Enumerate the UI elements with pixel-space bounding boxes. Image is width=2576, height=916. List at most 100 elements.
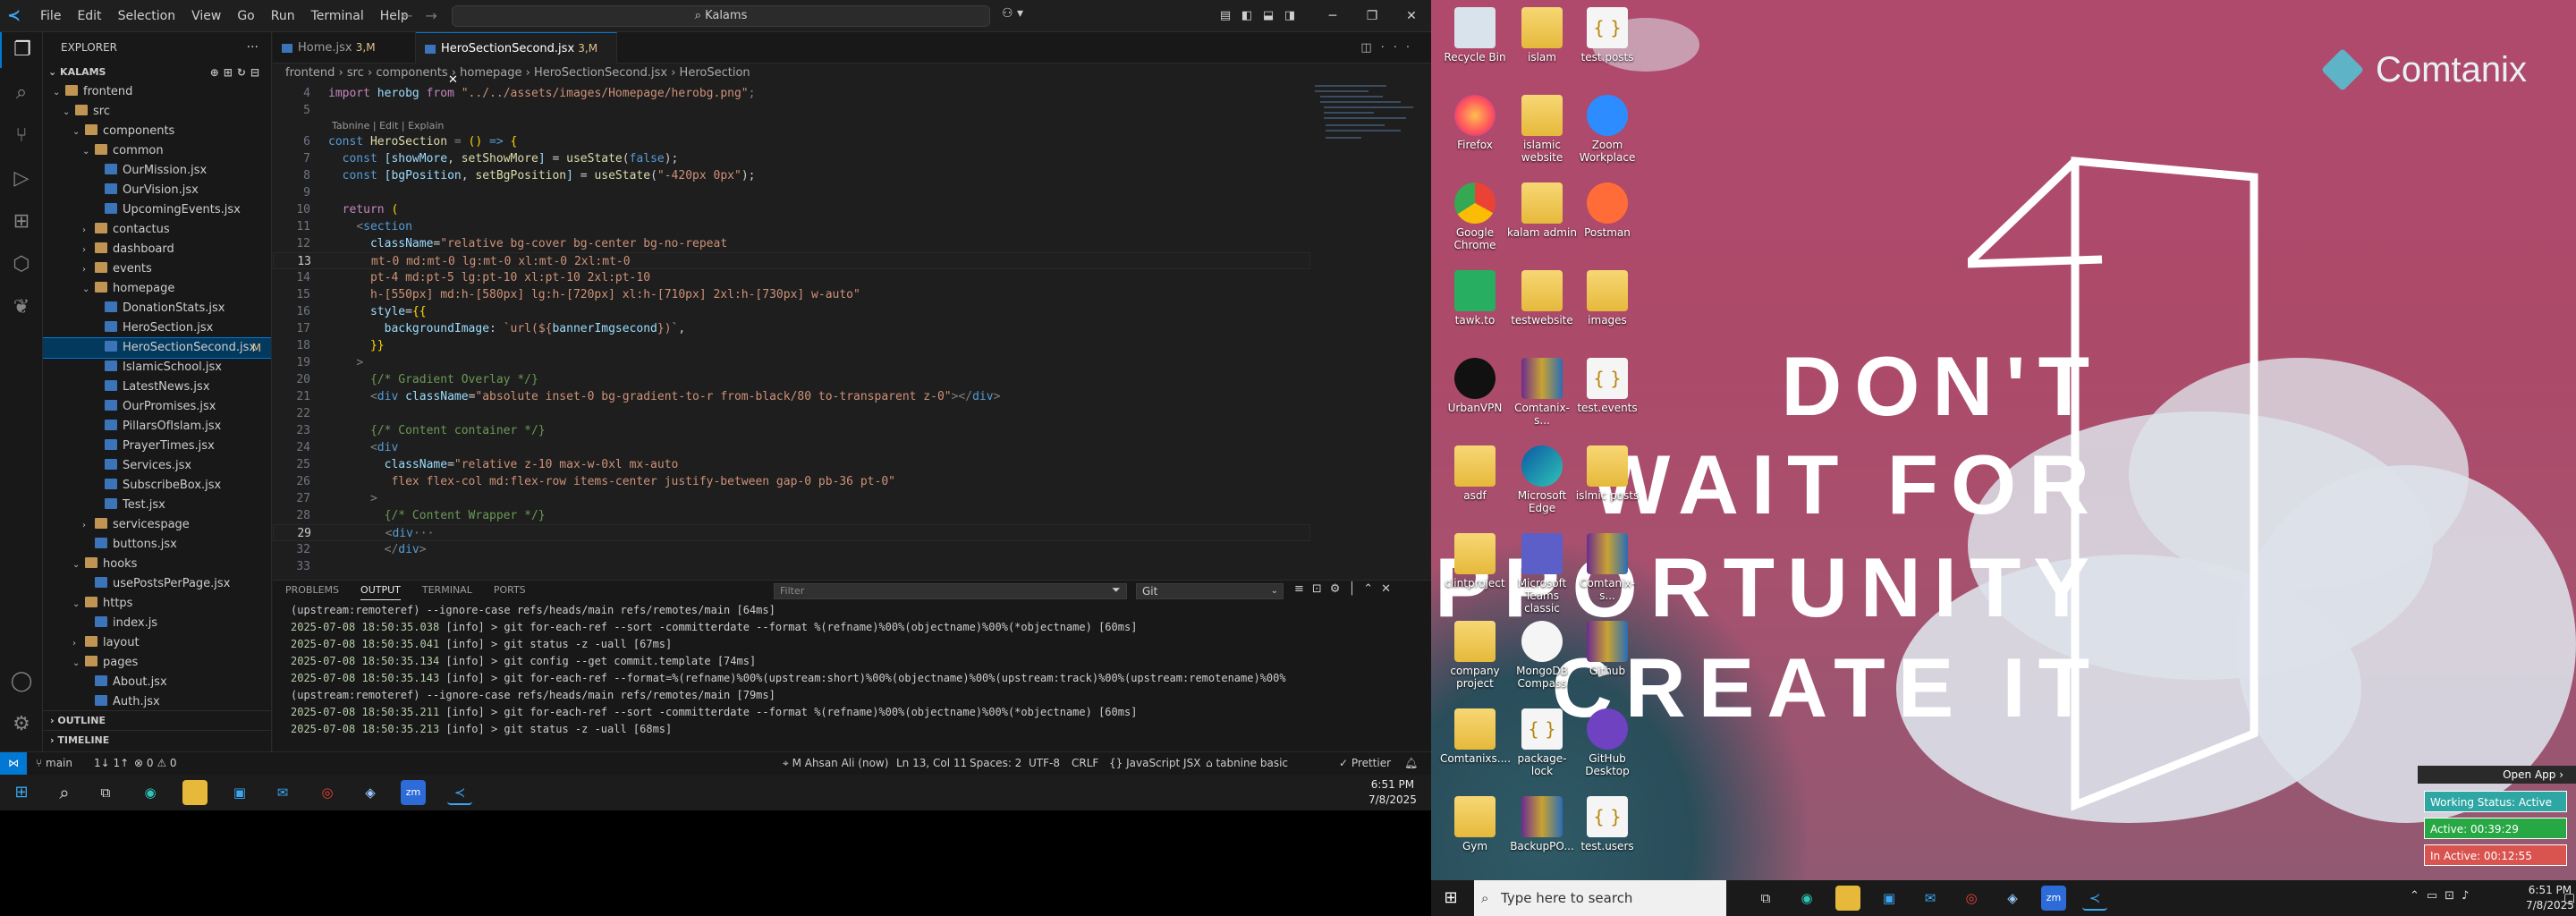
tree-folder[interactable]: › layout xyxy=(43,633,271,653)
blame-status[interactable]: ⌖ M Ahsan Ali (now) xyxy=(783,752,888,774)
tab-ports[interactable]: PORTS xyxy=(494,581,526,600)
tree-folder[interactable]: ⌄ hooks xyxy=(43,555,271,574)
prettier-status[interactable]: ✓ Prettier xyxy=(1339,752,1391,774)
desktop-icon[interactable]: Firefox xyxy=(1440,95,1510,151)
notification-icon[interactable]: ▢ xyxy=(2563,891,2575,905)
extensions-icon[interactable]: ⊞ xyxy=(0,204,43,240)
run-debug-icon[interactable]: ▷ xyxy=(0,161,43,197)
cursor-position[interactable]: Ln 13, Col 11 xyxy=(896,752,967,774)
menu-edit[interactable]: Edit xyxy=(69,0,109,32)
restore-icon[interactable]: ❐ xyxy=(1352,0,1392,32)
tree-folder[interactable]: ⌄ pages xyxy=(43,653,271,673)
desktop-icon[interactable]: GitHub Desktop xyxy=(1572,708,1642,777)
code-line[interactable]: 9 xyxy=(273,184,1310,201)
remote-icon[interactable]: ⋈ xyxy=(0,752,27,775)
desktop-icon[interactable]: tawk.to xyxy=(1440,270,1510,327)
code-line[interactable]: 19 > xyxy=(273,354,1310,371)
mongodb-icon[interactable]: ❦ xyxy=(0,290,43,326)
desktop-icon[interactable]: { } package-lock xyxy=(1507,708,1577,777)
menu-view[interactable]: View xyxy=(183,0,229,32)
panel-actions[interactable]: ≡⊡⚙│⌃✕ xyxy=(1294,582,1399,596)
code-line[interactable]: 7 const [showMore, setShowMore] = useSta… xyxy=(273,150,1310,167)
desktop-icon[interactable]: BackupPO... xyxy=(1507,796,1577,852)
start-windows-icon[interactable]: ⊞ xyxy=(1438,886,1463,911)
desktop-icon[interactable]: MongoDB Compass xyxy=(1507,621,1577,690)
desktop-icon[interactable]: Github xyxy=(1572,621,1642,677)
desktop-icon[interactable]: Postman xyxy=(1572,182,1642,239)
desktop-icon[interactable]: Recycle Bin xyxy=(1440,7,1510,64)
eol-status[interactable]: CRLF xyxy=(1072,752,1098,774)
code-line[interactable]: 26 flex flex-col md:flex-row items-cente… xyxy=(273,473,1310,490)
tree-file[interactable]: buttons.jsx xyxy=(43,535,271,555)
tree-file[interactable]: HeroSection.jsx xyxy=(43,318,271,338)
vscode-taskbar-icon[interactable]: ≺ xyxy=(2082,886,2107,911)
account-icon[interactable]: ◯ xyxy=(0,664,43,700)
desktop-icon[interactable]: Google Chrome xyxy=(1440,182,1510,251)
code-line[interactable]: 16 style={{ xyxy=(273,303,1310,320)
desktop-icon[interactable]: Microsoft Edge xyxy=(1507,445,1577,514)
tree-folder[interactable]: ⌄ components xyxy=(43,122,271,141)
menu-run[interactable]: Run xyxy=(263,0,303,32)
desktop-icon[interactable]: Comtanix-s... xyxy=(1572,533,1642,602)
desktop-icon[interactable]: islamic website xyxy=(1507,95,1577,164)
code-line[interactable]: 10 return ( xyxy=(273,201,1310,218)
desktop-icon[interactable]: company project xyxy=(1440,621,1510,690)
tree-folder[interactable]: › contactus xyxy=(43,220,271,240)
code-line[interactable]: 11 <section xyxy=(273,218,1310,235)
workspace-root[interactable]: ⌄ KALAMS ⊕⊞↻⊟ xyxy=(43,63,271,82)
code-line[interactable]: 6 const HeroSection = () => { xyxy=(273,133,1310,150)
desktop-icon[interactable]: asdf xyxy=(1440,445,1510,502)
sync-status[interactable]: 1↓ 1↑ xyxy=(94,752,129,774)
layout-editor-icon[interactable]: ▤ xyxy=(1215,0,1236,32)
copilot-icon[interactable]: ⚇ ▾ xyxy=(1002,6,1023,21)
outline-section[interactable]: › OUTLINE xyxy=(43,710,271,730)
vscode-taskbar-icon[interactable]: ≺ xyxy=(447,780,472,805)
codelens-hint[interactable]: Tabnine | Edit | Explain xyxy=(332,119,444,133)
tree-file[interactable]: Test.jsx xyxy=(43,496,271,515)
app-icon[interactable]: ◈ xyxy=(2000,886,2025,911)
minimap[interactable] xyxy=(1315,83,1413,173)
mail-icon[interactable]: ✉ xyxy=(270,780,295,805)
crumb[interactable]: HeroSectionSecond.jsx xyxy=(534,66,667,80)
store-icon[interactable]: ▣ xyxy=(1877,886,1902,911)
tree-file[interactable]: IslamicSchool.jsx xyxy=(43,358,271,377)
settings-gear-icon[interactable]: ⚙ xyxy=(0,707,43,742)
problems-status[interactable]: ⊗ 0 ⚠ 0 xyxy=(134,752,177,774)
code-editor[interactable]: 4 import herobg from "../../assets/images… xyxy=(273,83,1431,571)
indent-status[interactable]: Spaces: 2 xyxy=(970,752,1021,774)
tree-file[interactable]: usePostsPerPage.jsx xyxy=(43,574,271,594)
code-line[interactable]: 13 mt-0 md:mt-0 lg:mt-0 xl:mt-0 2xl:mt-0 xyxy=(273,252,1310,269)
chrome-icon[interactable]: ◎ xyxy=(315,780,340,805)
file-explorer-icon[interactable] xyxy=(182,780,208,805)
chrome-icon[interactable]: ◎ xyxy=(1959,886,1984,911)
code-line[interactable]: 33 xyxy=(273,558,1310,571)
tree-file[interactable]: OurMission.jsx xyxy=(43,161,271,181)
tree-folder[interactable]: ⌄ src xyxy=(43,102,271,122)
clock[interactable]: 6:51 PM 7/8/2025 xyxy=(1368,777,1417,808)
desktop-icon[interactable]: islmic posts xyxy=(1572,445,1642,502)
desktop-icon[interactable]: { } test.events xyxy=(1572,358,1642,414)
code-line[interactable]: 32 </div> xyxy=(273,541,1310,558)
desktop-icon[interactable]: Gym xyxy=(1440,796,1510,852)
menu-terminal[interactable]: Terminal xyxy=(303,0,372,32)
task-view-icon[interactable]: ⧉ xyxy=(1753,886,1778,911)
search-icon[interactable]: ⌕ xyxy=(0,75,43,111)
app-icon[interactable]: ◈ xyxy=(358,780,383,805)
output-filter-input[interactable]: Filter xyxy=(774,583,1127,599)
output-log[interactable]: (upstream:remoteref) --ignore-case refs/… xyxy=(291,602,1427,738)
timeline-section[interactable]: › TIMELINE xyxy=(43,730,271,750)
tab-problems[interactable]: PROBLEMS xyxy=(285,581,339,600)
encoding-status[interactable]: UTF-8 xyxy=(1029,752,1060,774)
code-line[interactable]: 25 className="relative z-10 max-w-0xl mx… xyxy=(273,456,1310,473)
tree-file[interactable]: UpcomingEvents.jsx xyxy=(43,200,271,220)
tree-file[interactable]: OurVision.jsx xyxy=(43,181,271,200)
tree-file[interactable]: OurPromises.jsx xyxy=(43,397,271,417)
store-icon[interactable]: ▣ xyxy=(227,780,252,805)
notifications-bell-icon[interactable]: 🔔︎ xyxy=(1404,752,1418,774)
minimize-icon[interactable]: ─ xyxy=(1313,0,1352,32)
edge-icon[interactable]: ◉ xyxy=(1794,886,1819,911)
toggle-sidebar-icon[interactable]: ◧ xyxy=(1236,0,1258,32)
crumb[interactable]: frontend xyxy=(285,66,335,80)
tree-folder[interactable]: › events xyxy=(43,259,271,279)
remote-explorer-icon[interactable]: ⬡ xyxy=(0,247,43,283)
